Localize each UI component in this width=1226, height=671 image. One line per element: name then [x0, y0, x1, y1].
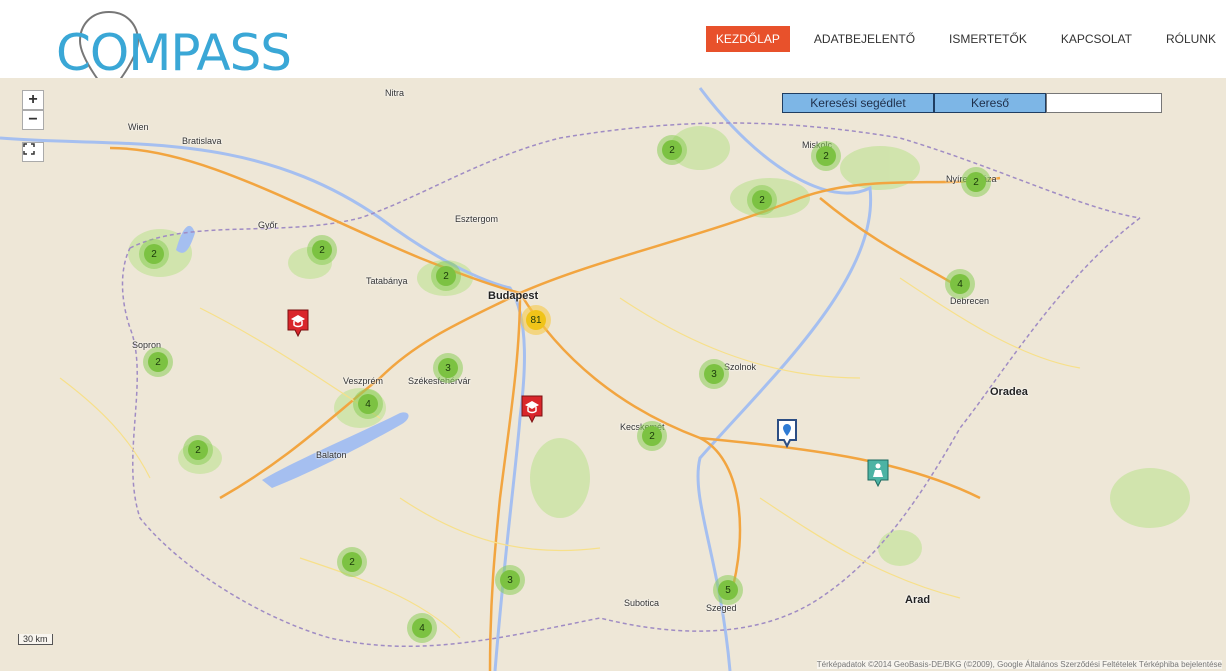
marker-cluster[interactable]: 2: [811, 141, 841, 171]
map-scale: 30 km: [18, 634, 53, 645]
place-label: Nitra: [385, 88, 405, 98]
cluster-count: 2: [436, 266, 456, 286]
cluster-count: 2: [188, 440, 208, 460]
cluster-count: 2: [816, 146, 836, 166]
map-search-bar: Keresési segédlet Kereső: [782, 93, 1162, 113]
place-label: Győr: [258, 220, 278, 230]
place-label: Oradea: [990, 386, 1028, 398]
cluster-count: 2: [752, 190, 772, 210]
marker-cluster[interactable]: 2: [747, 185, 777, 215]
place-label: Esztergom: [455, 214, 499, 224]
nav-item-kapcsolat[interactable]: KAPCSOLAT: [1051, 26, 1142, 52]
cluster-count: 3: [500, 570, 520, 590]
place-label: Bratislava: [182, 136, 222, 146]
marker-cluster[interactable]: 2: [183, 435, 213, 465]
cluster-count: 3: [438, 358, 458, 378]
info-marker-icon: [777, 419, 797, 448]
nav-item-kezdolap[interactable]: KEZDŐLAP: [705, 26, 790, 52]
marker-cluster[interactable]: 3: [699, 359, 729, 389]
forest-areas: [128, 126, 1190, 566]
nav-item-ismertetok[interactable]: ISMERTETŐK: [939, 26, 1037, 52]
map-attribution[interactable]: Térképadatok ©2014 GeoBasis-DE/BKG (©200…: [816, 660, 1222, 669]
place-label: Balaton: [316, 450, 347, 460]
place-label: Subotica: [624, 598, 660, 608]
search-help-button[interactable]: Keresési segédlet: [782, 93, 934, 113]
marker-cluster[interactable]: 2: [139, 239, 169, 269]
marker-cluster[interactable]: 4: [945, 269, 975, 299]
zoom-in-button[interactable]: +: [22, 90, 44, 110]
place-label: Veszprém: [343, 376, 384, 386]
cluster-count: 2: [966, 172, 986, 192]
school-marker-icon: [521, 395, 543, 424]
main-nav: KEZDŐLAP ADATBEJELENTŐ ISMERTETŐK KAPCSO…: [692, 26, 1226, 52]
site-header: COMPASS KEZDŐLAP ADATBEJELENTŐ ISMERTETŐ…: [0, 0, 1226, 96]
cluster-count: 4: [950, 274, 970, 294]
marker-cluster[interactable]: 2: [657, 135, 687, 165]
marker-cluster[interactable]: 3: [495, 565, 525, 595]
place-label: Wien: [128, 122, 149, 132]
marker-cluster[interactable]: 5: [713, 575, 743, 605]
marker-cluster[interactable]: 2: [337, 547, 367, 577]
cluster-count: 4: [358, 394, 378, 414]
marker-cluster[interactable]: 2: [431, 261, 461, 291]
cluster-count: 2: [144, 244, 164, 264]
cluster-count: 2: [312, 240, 332, 260]
school-marker-icon: [287, 309, 309, 338]
borders: [121, 122, 1141, 648]
cluster-count: 5: [718, 580, 738, 600]
marker-cluster[interactable]: 2: [143, 347, 173, 377]
cluster-count: 4: [412, 618, 432, 638]
marker-cluster[interactable]: 4: [407, 613, 437, 643]
cluster-count: 2: [342, 552, 362, 572]
marker-cluster[interactable]: 81: [521, 305, 551, 335]
place-label: Budapest: [488, 290, 539, 302]
cluster-count: 2: [148, 352, 168, 372]
marker-cluster[interactable]: 4: [353, 389, 383, 419]
cluster-count: 2: [642, 426, 662, 446]
place-label: Tatabánya: [366, 276, 408, 286]
place-label: Arad: [905, 594, 931, 606]
marker-cluster[interactable]: 2: [637, 421, 667, 451]
map-base-graphics: [0, 87, 1190, 671]
zoom-out-button[interactable]: −: [22, 110, 44, 130]
map-canvas[interactable]: + − Keresési segédlet Kereső Wien Bratis…: [0, 78, 1226, 671]
place-label: Szeged: [706, 603, 737, 613]
fullscreen-button[interactable]: [22, 142, 44, 162]
fullscreen-icon: [23, 143, 35, 155]
nav-item-rolunk[interactable]: RÓLUNK: [1156, 26, 1226, 52]
search-button[interactable]: Kereső: [934, 93, 1046, 113]
marker-cluster[interactable]: 2: [307, 235, 337, 265]
marker-cluster[interactable]: 2: [961, 167, 991, 197]
cluster-count: 81: [526, 310, 546, 330]
community-marker-icon: [867, 459, 889, 488]
marker-cluster[interactable]: 3: [433, 353, 463, 383]
place-label: Szolnok: [724, 362, 757, 372]
cluster-count: 3: [704, 364, 724, 384]
nav-item-adatbejelento[interactable]: ADATBEJELENTŐ: [804, 26, 925, 52]
logo-text: COMPASS: [56, 24, 292, 82]
cluster-count: 2: [662, 140, 682, 160]
search-input[interactable]: [1046, 93, 1162, 113]
